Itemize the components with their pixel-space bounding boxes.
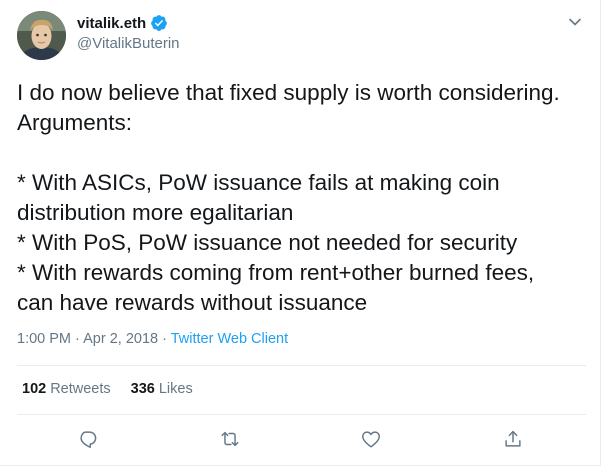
retweets-count: 102 bbox=[22, 381, 47, 397]
retweets-stat[interactable]: 102 Retweets bbox=[22, 381, 111, 397]
author-handle[interactable]: @VitalikButerin bbox=[77, 35, 180, 52]
tweet-actions bbox=[0, 428, 601, 450]
likes-stat[interactable]: 336 Likes bbox=[131, 381, 193, 397]
tweet-meta: 1:00 PM · Apr 2, 2018 · Twitter Web Clie… bbox=[17, 331, 288, 347]
tweet-source-link[interactable]: Twitter Web Client bbox=[171, 331, 288, 347]
tweet-text: I do now believe that fixed supply is wo… bbox=[17, 80, 560, 315]
divider bbox=[17, 365, 586, 366]
tweet-time[interactable]: 1:00 PM bbox=[17, 331, 71, 347]
avatar[interactable] bbox=[17, 11, 66, 60]
author-name[interactable]: vitalik.eth bbox=[77, 15, 146, 32]
reply-icon[interactable] bbox=[77, 428, 99, 450]
author-name-row[interactable]: vitalik.eth bbox=[77, 14, 168, 32]
likes-label: Likes bbox=[158, 381, 193, 397]
likes-count: 336 bbox=[130, 381, 155, 397]
tweet-date[interactable]: Apr 2, 2018 bbox=[83, 331, 158, 347]
heart-icon[interactable] bbox=[360, 428, 382, 450]
chevron-down-icon[interactable] bbox=[567, 14, 583, 30]
tweet-stats: 102 Retweets 336 Likes bbox=[22, 381, 213, 397]
share-icon[interactable] bbox=[502, 428, 524, 450]
tweet-card: vitalik.eth @VitalikButerin I do now bel… bbox=[0, 0, 601, 466]
avatar-image bbox=[17, 11, 66, 60]
divider bbox=[17, 414, 586, 415]
meta-separator: · bbox=[75, 331, 80, 347]
meta-separator: · bbox=[162, 331, 167, 347]
verified-badge-icon bbox=[151, 15, 168, 31]
retweet-icon[interactable] bbox=[219, 428, 241, 450]
retweets-label: Retweets bbox=[50, 381, 111, 397]
